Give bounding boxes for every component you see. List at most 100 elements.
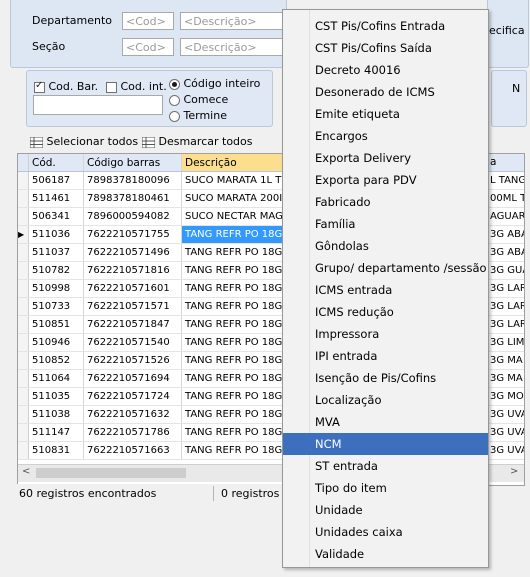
select-all-button[interactable]: Selecionar todos: [29, 135, 138, 148]
secao-cod-field[interactable]: <Cod>: [122, 38, 174, 56]
menu-item-decreto-40016[interactable]: Decreto 40016: [283, 59, 488, 81]
scroll-right-arrow-icon[interactable]: >: [510, 466, 518, 477]
cell-barras[interactable]: 7622210571694: [83, 369, 182, 388]
menu-item-cst-pis-cofins-entrada[interactable]: CST Pis/Cofins Entrada: [283, 15, 488, 37]
menu-item-g-ndolas[interactable]: Gôndolas: [283, 235, 488, 257]
cell-barras[interactable]: 7898378180096: [83, 171, 182, 190]
table-row[interactable]: ▶ 511036 7622210571755 TANG REFR PO 18G: [18, 225, 287, 244]
cell-descricao[interactable]: TANG REFR PO 18G: [181, 333, 287, 352]
cell-barras[interactable]: 7898378180461: [83, 189, 182, 208]
cell-barras[interactable]: 7622210571724: [83, 387, 182, 406]
menu-item-mva[interactable]: MVA: [283, 411, 488, 433]
cell-cod[interactable]: 510998: [28, 279, 84, 298]
departamento-cod-field[interactable]: <Cod>: [122, 12, 174, 30]
cell-barras[interactable]: 7622210571786: [83, 423, 182, 442]
menu-item-fam-lia[interactable]: Família: [283, 213, 488, 235]
departamento-desc-field[interactable]: <Descrição>: [180, 12, 283, 30]
cell-cod[interactable]: 511147: [28, 423, 84, 442]
menu-item-emite-etiqueta[interactable]: Emite etiqueta: [283, 103, 488, 125]
radio-comece[interactable]: Comece: [169, 93, 228, 106]
deselect-all-button[interactable]: Desmarcar todos: [141, 135, 253, 148]
menu-item-validade[interactable]: Validade: [283, 543, 488, 565]
cell-cod[interactable]: 510831: [28, 441, 84, 460]
menu-item-isen-o-de-pis-cofins[interactable]: Isenção de Pis/Cofins: [283, 367, 488, 389]
table-row[interactable]: 510998 7622210571601 TANG REFR PO 18G: [18, 279, 287, 298]
cell-barras[interactable]: 7622210571571: [83, 297, 182, 316]
cell-descricao[interactable]: TANG REFR PO 18G: [181, 423, 287, 442]
cell-cod[interactable]: 511038: [28, 405, 84, 424]
table-row[interactable]: 510851 7622210571847 TANG REFR PO 18G: [18, 315, 287, 334]
table-row[interactable]: 511064 7622210571694 TANG REFR PO 18G: [18, 369, 287, 388]
scroll-thumb[interactable]: [36, 468, 186, 478]
cell-descricao[interactable]: SUCO MARATA 1L T: [181, 171, 287, 190]
cell-descricao[interactable]: SUCO NECTAR MAG: [181, 207, 287, 226]
cell-descricao[interactable]: TANG REFR PO 18G: [181, 351, 287, 370]
cell-barras[interactable]: 7622210571601: [83, 279, 182, 298]
menu-item-st-entrada[interactable]: ST entrada: [283, 455, 488, 477]
menu-item-unidades-caixa[interactable]: Unidades caixa: [283, 521, 488, 543]
cod-bar-checkbox[interactable]: Cod. Bar.: [34, 80, 98, 93]
table-row[interactable]: 510782 7622210571816 TANG REFR PO 18G: [18, 261, 287, 280]
cell-descricao[interactable]: SUCO MARATA 200I: [181, 189, 287, 208]
menu-item-exporta-para-pdv[interactable]: Exporta para PDV: [283, 169, 488, 191]
column-header-cod[interactable]: Cód.: [28, 154, 84, 172]
menu-item-grupo-departamento-sess-o[interactable]: Grupo/ departamento /sessão: [283, 257, 488, 279]
cell-descricao[interactable]: TANG REFR PO 18G: [181, 261, 287, 280]
cell-barras[interactable]: 7622210571755: [83, 225, 182, 244]
cell-cod[interactable]: 511035: [28, 387, 84, 406]
cell-cod[interactable]: 510851: [28, 315, 84, 334]
menu-item-icms-entrada[interactable]: ICMS entrada: [283, 279, 488, 301]
table-row[interactable]: 506187 7898378180096 SUCO MARATA 1L T: [18, 171, 287, 190]
cell-descricao[interactable]: TANG REFR PO 18G: [181, 441, 287, 460]
menu-item-localiza-o[interactable]: Localização: [283, 389, 488, 411]
menu-item-encargos[interactable]: Encargos: [283, 125, 488, 147]
cell-cod[interactable]: 510946: [28, 333, 84, 352]
cell-descricao[interactable]: TANG REFR PO 18G: [181, 297, 287, 316]
menu-item-fabricado[interactable]: Fabricado: [283, 191, 488, 213]
table-row[interactable]: 511147 7622210571786 TANG REFR PO 18G: [18, 423, 287, 442]
column-header-codigo-barras[interactable]: Código barras: [83, 154, 182, 172]
cell-descricao[interactable]: TANG REFR PO 18G: [181, 369, 287, 388]
menu-item-desonerado-de-icms[interactable]: Desonerado de ICMS: [283, 81, 488, 103]
table-row[interactable]: 510733 7622210571571 TANG REFR PO 18G: [18, 297, 287, 316]
menu-item-ipi-entrada[interactable]: IPI entrada: [283, 345, 488, 367]
table-row[interactable]: 511035 7622210571724 TANG REFR PO 18G: [18, 387, 287, 406]
table-row[interactable]: 510946 7622210571540 TANG REFR PO 18G: [18, 333, 287, 352]
cell-barras[interactable]: 7622210571663: [83, 441, 182, 460]
column-header-descricao[interactable]: Descrição: [181, 154, 287, 172]
radio-termine[interactable]: Termine: [169, 109, 227, 122]
cell-barras[interactable]: 7622210571847: [83, 315, 182, 334]
radio-codigo-inteiro[interactable]: Código inteiro: [169, 77, 260, 90]
table-row[interactable]: 511037 7622210571496 TANG REFR PO 18G: [18, 243, 287, 262]
table-row[interactable]: 511461 7898378180461 SUCO MARATA 200I: [18, 189, 287, 208]
secao-desc-field[interactable]: <Descrição>: [180, 38, 283, 56]
cell-cod[interactable]: 511461: [28, 189, 84, 208]
menu-item-unidade[interactable]: Unidade: [283, 499, 488, 521]
cell-cod[interactable]: 506187: [28, 171, 84, 190]
menu-item-ncm[interactable]: NCM: [283, 433, 488, 455]
cell-cod[interactable]: 511037: [28, 243, 84, 262]
cell-cod[interactable]: 511064: [28, 369, 84, 388]
clipped-column-header[interactable]: a: [488, 154, 524, 172]
cell-cod[interactable]: 510733: [28, 297, 84, 316]
cell-barras[interactable]: 7896000594082: [83, 207, 182, 226]
cell-cod[interactable]: 506341: [28, 207, 84, 226]
cell-descricao[interactable]: TANG REFR PO 18G: [181, 387, 287, 406]
horizontal-scrollbar[interactable]: <: [18, 464, 286, 482]
cell-descricao[interactable]: TANG REFR PO 18G: [181, 243, 287, 262]
table-row[interactable]: 510831 7622210571663 TANG REFR PO 18G: [18, 441, 287, 460]
cell-cod[interactable]: 511036: [28, 225, 84, 244]
cell-barras[interactable]: 7622210571540: [83, 333, 182, 352]
scroll-left-arrow-icon[interactable]: <: [22, 466, 30, 477]
table-row[interactable]: 510852 7622210571526 TANG REFR PO 18G: [18, 351, 287, 370]
code-search-input[interactable]: [33, 95, 163, 115]
menu-item-exporta-delivery[interactable]: Exporta Delivery: [283, 147, 488, 169]
cell-barras[interactable]: 7622210571496: [83, 243, 182, 262]
cell-barras[interactable]: 7622210571632: [83, 405, 182, 424]
cell-cod[interactable]: 510852: [28, 351, 84, 370]
horizontal-scrollbar-right[interactable]: >: [488, 464, 524, 482]
menu-item-tipo-do-item[interactable]: Tipo do item: [283, 477, 488, 499]
cell-barras[interactable]: 7622210571526: [83, 351, 182, 370]
cell-cod[interactable]: 510782: [28, 261, 84, 280]
table-row[interactable]: 506341 7896000594082 SUCO NECTAR MAG: [18, 207, 287, 226]
